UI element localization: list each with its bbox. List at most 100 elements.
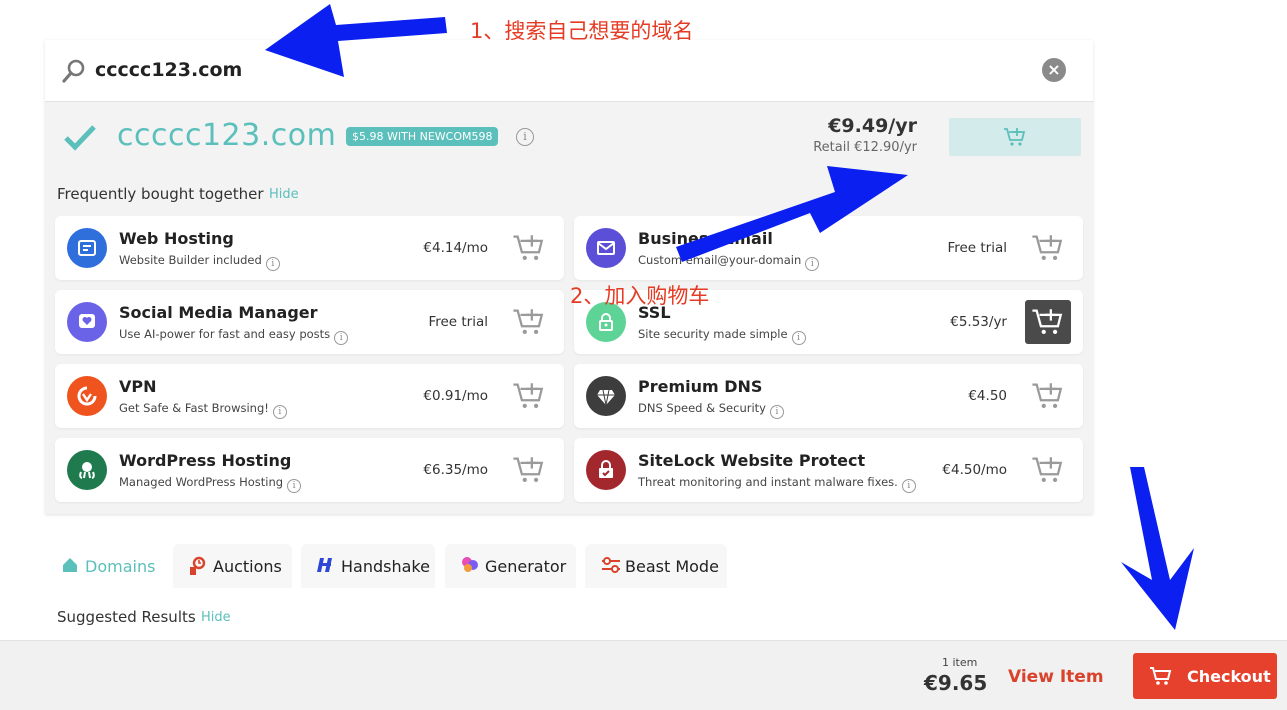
addon-subtitle: Threat monitoring and instant malware fi… [638,475,916,493]
suggested-results-panel: Suggested Results Hide [45,588,1093,648]
cart-item-count: 1 item [942,656,978,669]
cart-plus-icon [1032,235,1063,261]
domain-price: €9.49/yr [828,115,917,137]
addon-title: Social Media Manager [119,303,318,322]
add-to-cart-button[interactable] [1025,448,1071,492]
result-domain-name[interactable]: ccccc123.com [117,118,336,153]
addon-subtitle: Use AI-power for fast and easy posts i [119,327,349,345]
addon-subtitle: Get Safe & Fast Browsing! i [119,401,287,419]
addon-price: €4.14/mo [423,240,488,256]
vpn-icon [77,386,97,406]
frequently-bought-label: Frequently bought together [57,185,264,203]
add-to-cart-button[interactable] [1025,300,1071,344]
add-to-cart-button[interactable] [1025,374,1071,418]
tab-label: Domains [85,557,156,576]
addon-subtitle-text: Use AI-power for fast and easy posts [119,327,331,341]
addon-subtitle: Website Builder included i [119,253,280,271]
addon-subtitle: DNS Speed & Security i [638,401,784,419]
search-bar[interactable]: ccccc123.com × [45,40,1093,102]
info-icon[interactable]: i [287,479,302,493]
cart-plus-icon [1032,309,1063,335]
tab-domains[interactable]: Domains [45,544,163,590]
add-to-cart-button[interactable] [506,374,552,418]
heart-chat-icon [79,314,95,328]
cart-total: €9.65 [924,671,988,695]
tab-label: Auctions [213,557,282,576]
addon-icon-circle [67,376,107,416]
addon-title: Premium DNS [638,377,763,396]
info-icon[interactable]: i [334,331,349,345]
annotation-step-2: 2、加入购物车 [570,284,710,308]
addon-card[interactable]: SiteLock Website Protect Threat monitorin… [574,438,1083,502]
addon-subtitle-text: Custom email@your-domain [638,253,802,267]
addon-card[interactable]: Social Media Manager Use AI-power for fas… [55,290,564,354]
cart-footer: 1 item €9.65 View Item Checkout [0,640,1287,710]
add-to-cart-button[interactable] [506,226,552,270]
cart-plus-icon [1004,128,1026,146]
add-to-cart-button[interactable] [506,300,552,344]
addon-icon-circle [67,450,107,490]
info-icon[interactable]: i [272,405,287,419]
web-hosting-icon [78,240,96,256]
domain-retail-price: Retail €12.90/yr [813,140,917,155]
suggested-results-label: Suggested Results [57,608,196,626]
addon-title: Web Hosting [119,229,234,248]
addon-icon-circle [586,450,626,490]
addon-card[interactable]: WordPress Hosting Managed WordPress Hosti… [55,438,564,502]
addon-subtitle-text: Managed WordPress Hosting [119,475,284,489]
addon-icon-circle [67,228,107,268]
addon-title: SiteLock Website Protect [638,451,866,470]
info-icon[interactable]: i [516,128,534,146]
tab-generator[interactable]: Generator [445,544,576,590]
addon-subtitle: Site security made simple i [638,327,806,345]
addon-subtitle-text: Get Safe & Fast Browsing! [119,401,269,415]
tab-auctions[interactable]: Auctions [173,544,292,590]
addon-card[interactable]: Business Email Custom email@your-domain i F… [574,216,1083,280]
sitelock-icon [599,460,613,478]
fbt-hide-link[interactable]: Hide [269,187,299,202]
clear-search-button[interactable]: × [1042,58,1066,82]
addon-price: Free trial [947,240,1007,256]
search-input[interactable]: ccccc123.com [95,59,242,81]
addon-title: VPN [119,377,157,396]
info-icon[interactable]: i [265,257,280,271]
view-item-link[interactable]: View Item [1008,667,1104,687]
auction-icon [190,556,206,575]
add-to-cart-button[interactable] [1025,226,1071,270]
checkout-label: Checkout [1187,667,1271,686]
addon-icon-circle [67,302,107,342]
add-domain-to-cart-button[interactable] [949,118,1081,156]
tab-handshake[interactable]: Handshake [301,544,435,590]
addon-price: €4.50/mo [942,462,1007,478]
page: ccccc123.com × ccccc123.com $5.98 WITH N… [0,0,1287,710]
addon-price: €4.50 [968,388,1007,404]
addon-subtitle-text: Site security made simple [638,327,788,341]
tab-beast-mode[interactable]: Beast Mode [585,544,727,590]
promo-badge: $5.98 WITH NEWCOM598 [346,127,499,146]
cart-plus-icon [1032,457,1063,483]
add-to-cart-button[interactable] [506,448,552,492]
tab-label: Beast Mode [625,557,719,576]
addon-icon-circle [586,228,626,268]
addon-icon-circle [586,376,626,416]
addon-subtitle: Custom email@your-domain i [638,253,820,271]
addon-title: Business Email [638,229,773,248]
info-icon[interactable]: i [901,479,916,493]
cart-plus-icon [513,383,544,409]
house-icon [63,558,77,572]
cart-icon [1150,667,1172,685]
suggested-hide-link[interactable]: Hide [201,610,231,625]
addon-price: €6.35/mo [423,462,488,478]
info-icon[interactable]: i [791,331,806,345]
checkout-button[interactable]: Checkout [1133,653,1277,699]
envelope-icon [597,241,615,255]
addon-card[interactable]: Premium DNS DNS Speed & Security i €4.50 [574,364,1083,428]
search-panel: ccccc123.com × ccccc123.com $5.98 WITH N… [45,40,1093,514]
octopus-icon [79,462,95,479]
addon-card[interactable]: VPN Get Safe & Fast Browsing! i €0.91/mo [55,364,564,428]
info-icon[interactable]: i [769,405,784,419]
info-icon[interactable]: i [805,257,820,271]
addon-subtitle: Managed WordPress Hosting i [119,475,302,493]
cart-plus-icon [513,235,544,261]
addon-card[interactable]: Web Hosting Website Builder included i €4.1… [55,216,564,280]
